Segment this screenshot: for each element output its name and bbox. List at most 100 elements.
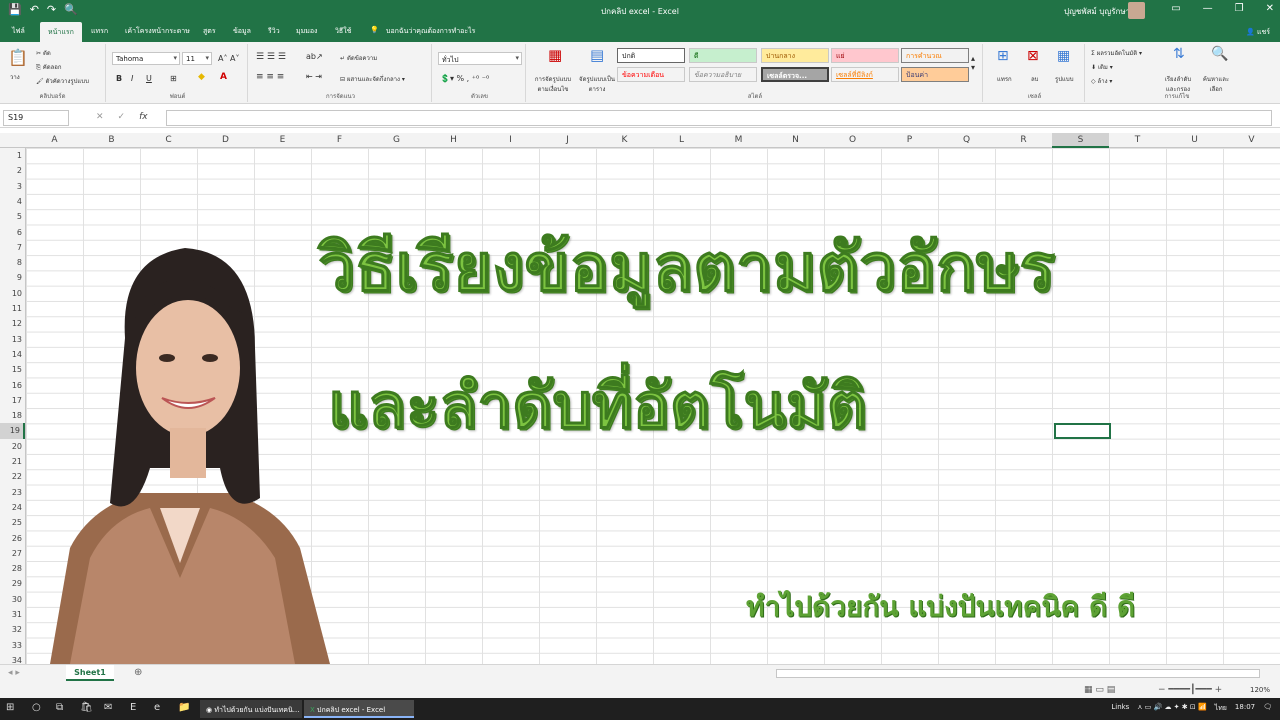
tab-home[interactable]: หน้าแรก [40, 22, 82, 42]
sheet-nav-icon[interactable]: ◂ ▸ [8, 668, 20, 678]
column-header[interactable]: N [767, 135, 824, 145]
column-header[interactable]: F [311, 135, 368, 145]
formula-input[interactable] [166, 110, 1272, 126]
row-header[interactable]: 4 [0, 194, 22, 209]
row-header[interactable]: 8 [0, 255, 22, 270]
app-e-icon[interactable]: E [130, 702, 136, 713]
style-input[interactable]: ป้อนค่า [901, 67, 969, 82]
column-header[interactable]: G [368, 135, 425, 145]
row-header[interactable]: 10 [0, 286, 22, 301]
row-header[interactable]: 19 [0, 423, 25, 439]
clock[interactable]: 18:07 [1235, 703, 1255, 714]
row-header[interactable]: 14 [0, 347, 22, 362]
zoom-level[interactable]: 120% [1250, 686, 1270, 694]
italic-button[interactable]: I [131, 74, 133, 83]
row-header[interactable]: 5 [0, 209, 22, 224]
number-buttons[interactable]: 💲▾ % , ⁺⁰ ⁻⁰ [440, 74, 489, 83]
row-header[interactable]: 1 [0, 148, 22, 163]
tab-help[interactable]: วิธีใช้ [335, 26, 351, 37]
column-header[interactable]: C [140, 135, 197, 145]
column-header[interactable]: D [197, 135, 254, 145]
row-header[interactable]: 3 [0, 179, 22, 194]
style-neutral[interactable]: ปานกลาง [761, 48, 829, 63]
ribbon-display-icon[interactable]: ▭ [1171, 3, 1180, 14]
style-explanatory[interactable]: ข้อความอธิบาย [689, 67, 757, 82]
row-header[interactable]: 34 [0, 653, 22, 664]
row-header[interactable]: 32 [0, 622, 22, 637]
style-check-cell[interactable]: เซลล์ตรวจ... [761, 67, 829, 82]
tab-review[interactable]: รีวิว [268, 26, 280, 37]
autosum-button[interactable]: Σ ผลรวมอัตโนมัติ ▾ [1091, 48, 1142, 58]
row-header[interactable]: 7 [0, 240, 22, 255]
view-buttons[interactable]: ▦ ▭ ▤ [1084, 685, 1115, 695]
row-header[interactable]: 20 [0, 439, 22, 454]
tab-view[interactable]: มุมมอง [296, 26, 317, 37]
clear-button[interactable]: ◇ ล้าง ▾ [1091, 76, 1112, 86]
row-header[interactable]: 15 [0, 362, 22, 377]
row-header[interactable]: 28 [0, 561, 22, 576]
insert-cells-button[interactable]: แทรก [997, 74, 1012, 84]
fill-button[interactable]: ⬇ เติม ▾ [1091, 62, 1113, 72]
style-good[interactable]: ดี [689, 48, 757, 63]
column-header[interactable]: M [710, 135, 767, 145]
style-linked-cell[interactable]: เซลล์ที่มีลิงก์ [831, 67, 899, 82]
row-header[interactable]: 11 [0, 301, 22, 316]
copy-button[interactable]: ⎘ คัดลอก [36, 62, 62, 72]
tab-file[interactable]: ไฟล์ [12, 26, 25, 37]
column-header[interactable]: S [1052, 133, 1109, 148]
paste-button[interactable]: วาง [10, 72, 20, 82]
grow-font-icon[interactable]: A˄ A˅ [218, 54, 240, 63]
row-header[interactable]: 21 [0, 454, 22, 469]
user-name[interactable]: ปุญชพัสม์ บุญรักษา [1064, 5, 1130, 18]
share-button[interactable]: 👤 แชร์ [1246, 27, 1270, 38]
row-header[interactable]: 18 [0, 408, 22, 423]
delete-cells-icon[interactable]: ⊠ [1027, 48, 1039, 64]
row-header[interactable]: 23 [0, 485, 22, 500]
restore-icon[interactable]: ❐ [1235, 3, 1244, 14]
store-icon[interactable]: 🛍 [80, 702, 93, 713]
row-header[interactable]: 17 [0, 393, 22, 408]
row-header[interactable]: 24 [0, 500, 22, 515]
row-header[interactable]: 29 [0, 576, 22, 591]
add-sheet-icon[interactable]: ⊕ [134, 667, 142, 678]
search-icon[interactable]: ○ [32, 702, 41, 713]
cancel-icon[interactable]: ✕ [96, 112, 104, 122]
cut-button[interactable]: ✂ ตัด [36, 48, 51, 58]
column-header[interactable]: U [1166, 135, 1223, 145]
row-header[interactable]: 26 [0, 531, 22, 546]
tell-me-search[interactable]: บอกฉันว่าคุณต้องการทำอะไร [386, 26, 475, 37]
column-header[interactable]: P [881, 135, 938, 145]
row-header[interactable]: 31 [0, 607, 22, 622]
notification-icon[interactable]: 🗨 [1263, 703, 1272, 714]
fill-color-icon[interactable]: ◆ [198, 72, 205, 82]
taskbar-chrome[interactable]: ◉ ทำไปด้วยกัน แบ่งปันเทคนิ... [200, 700, 302, 718]
start-icon[interactable]: ⊞ [6, 702, 14, 713]
row-header[interactable]: 33 [0, 638, 22, 653]
row-header[interactable]: 6 [0, 225, 22, 240]
zoom-slider[interactable]: − ━━━━┃━━━ + [1158, 685, 1222, 695]
row-header[interactable]: 30 [0, 592, 22, 607]
conditional-format-icon[interactable]: ▦ [548, 46, 562, 64]
orientation-icon[interactable]: ab↗ [306, 52, 323, 61]
user-avatar[interactable] [1128, 2, 1145, 19]
tab-page-layout[interactable]: เค้าโครงหน้ากระดาษ [125, 26, 190, 37]
edge-icon[interactable]: e [154, 702, 160, 713]
name-box[interactable]: S19 [3, 110, 69, 126]
column-header[interactable]: R [995, 135, 1052, 145]
column-header[interactable]: Q [938, 135, 995, 145]
row-header[interactable]: 9 [0, 270, 22, 285]
insert-cells-icon[interactable]: ⊞ [997, 48, 1009, 64]
delete-cells-button[interactable]: ลบ [1031, 74, 1039, 84]
tab-formulas[interactable]: สูตร [203, 26, 216, 37]
align-left-icon[interactable]: ≡ ≡ ≡ [256, 72, 284, 82]
tab-insert[interactable]: แทรก [91, 26, 108, 37]
tray-icons[interactable]: ⋏ ▭ 🔊 ☁ ✦ ✱ ⊡ 📶 [1137, 703, 1206, 714]
horizontal-scrollbar[interactable] [776, 669, 1260, 678]
selected-cell[interactable] [1054, 423, 1111, 439]
insert-function-button[interactable]: fx [139, 112, 148, 122]
indent-icon[interactable]: ⇤ ⇥ [306, 72, 322, 81]
wrap-text-button[interactable]: ↵ ตัดข้อความ [340, 53, 377, 63]
underline-button[interactable]: U [146, 74, 152, 83]
column-header[interactable]: O [824, 135, 881, 145]
border-icon[interactable]: ⊞ [170, 74, 177, 83]
